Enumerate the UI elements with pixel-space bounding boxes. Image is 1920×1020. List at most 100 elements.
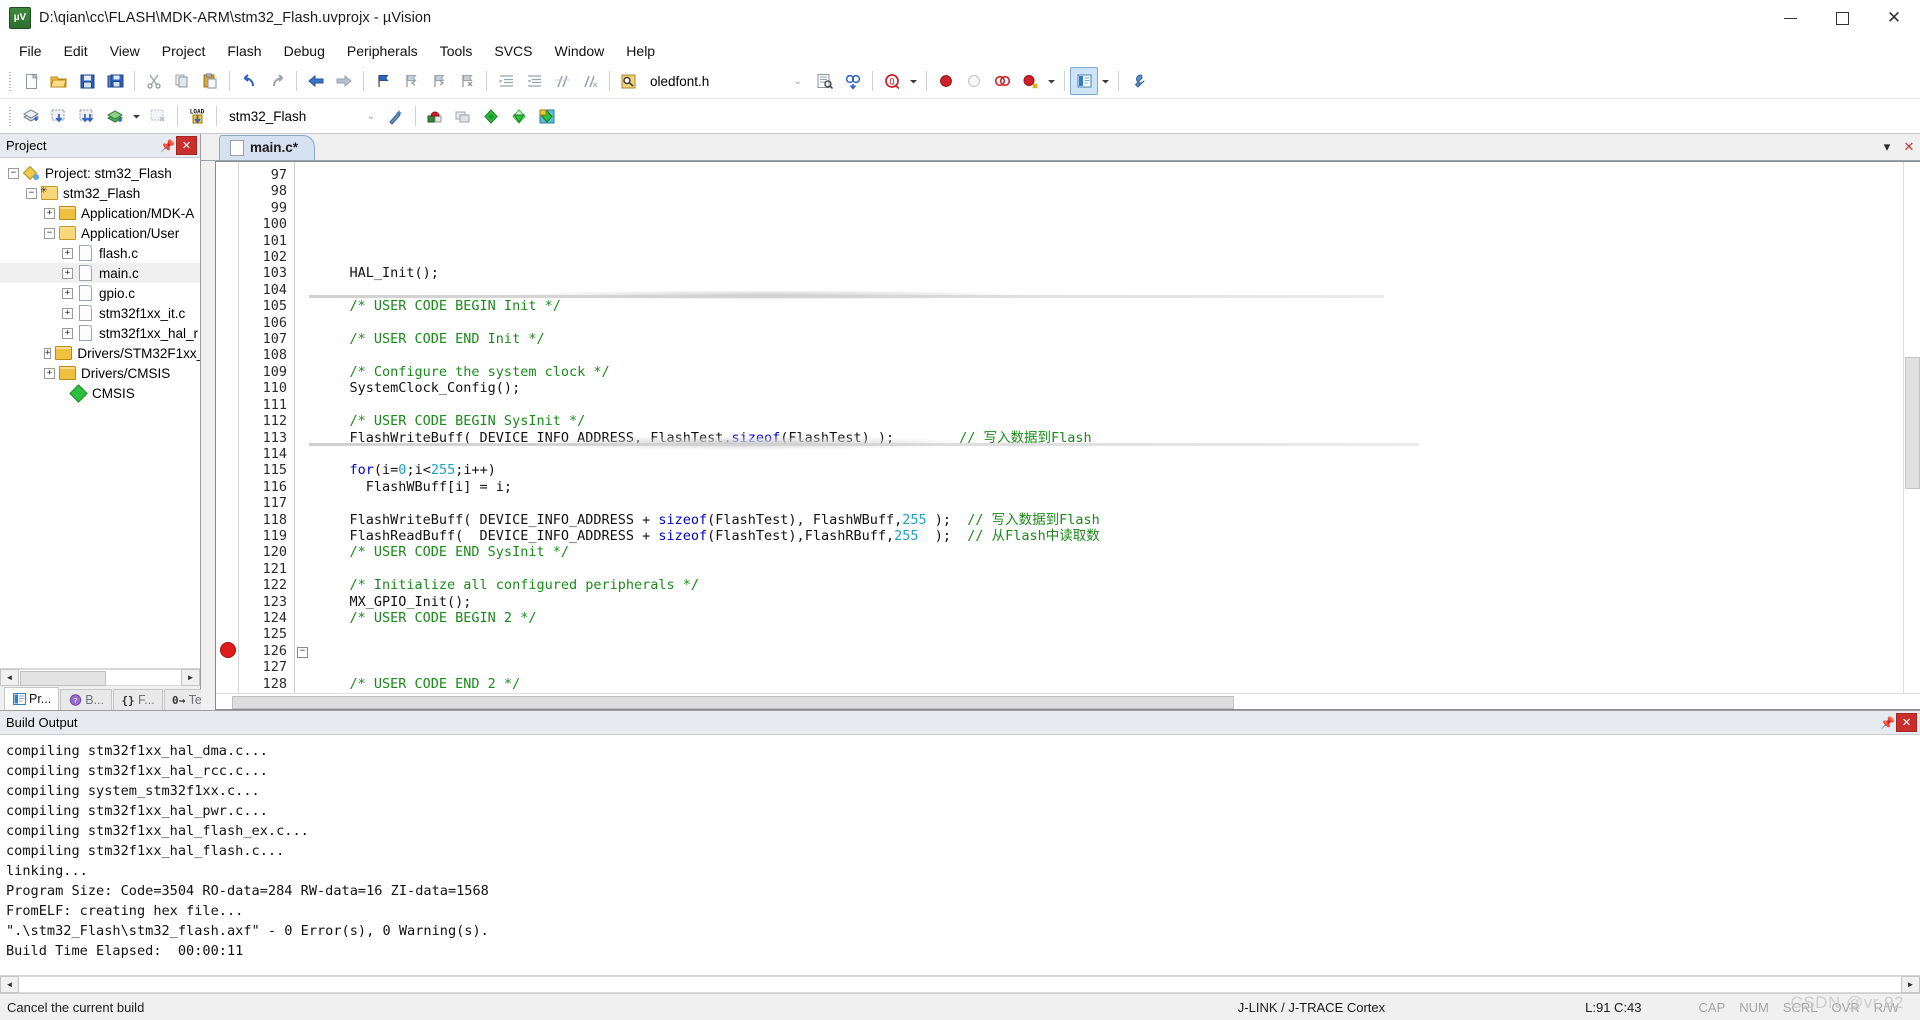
code-line[interactable] — [317, 643, 1903, 659]
expander-icon[interactable]: + — [62, 247, 73, 259]
configure-icon[interactable] — [1124, 67, 1152, 95]
tree-node-stm32f1xx-hal-c[interactable]: + stm32f1xx_hal_r — [0, 323, 200, 343]
code-line[interactable]: FlashWriteBuff( DEVICE_INFO_ADDRESS + si… — [317, 512, 1903, 528]
target-options-icon[interactable] — [382, 102, 410, 130]
code-line[interactable]: /* USER CODE BEGIN 2 */ — [317, 610, 1903, 626]
pin-icon[interactable]: 📌 — [1879, 714, 1896, 731]
open-file-icon[interactable] — [45, 67, 73, 95]
code-line[interactable] — [317, 315, 1903, 331]
code-line[interactable]: /* USER CODE END SysInit */ — [317, 544, 1903, 560]
expander-icon[interactable]: − — [26, 187, 37, 199]
code-line[interactable] — [317, 692, 1903, 693]
tree-node-flash-c[interactable]: + flash.c — [0, 243, 200, 263]
search-dropdown-icon[interactable]: Q — [878, 67, 906, 95]
breakpoint-kill-all-icon[interactable] — [988, 67, 1016, 95]
batch-build-icon[interactable] — [101, 102, 129, 130]
vscroll-thumb[interactable] — [1905, 357, 1920, 489]
multi-project-icon[interactable] — [449, 102, 477, 130]
tree-node-main-c[interactable]: + main.c — [0, 263, 200, 283]
bookmark-clear-icon[interactable] — [453, 67, 481, 95]
cut-icon[interactable] — [140, 67, 168, 95]
find-in-files-icon[interactable] — [615, 67, 643, 95]
code-line[interactable]: MX_GPIO_Init(); — [317, 594, 1903, 610]
menu-tools[interactable]: Tools — [429, 39, 484, 63]
code-line[interactable]: /* USER CODE BEGIN Init */ — [317, 298, 1903, 314]
scroll-right-icon[interactable]: ► — [1901, 976, 1920, 993]
editor-close-button[interactable]: ✕ — [1898, 136, 1920, 158]
fold-toggle-icon[interactable]: − — [297, 647, 308, 658]
tree-node-target[interactable]: − stm32_Flash — [0, 183, 200, 203]
target-combo[interactable]: stm32_Flash ⌄ — [222, 104, 382, 128]
editor-hscroll-thumb[interactable] — [232, 696, 1234, 709]
scroll-left-icon[interactable]: ◄ — [0, 976, 19, 993]
tree-node-group-mdk[interactable]: + Application/MDK-A — [0, 203, 200, 223]
cmsis-pack3-icon[interactable] — [533, 102, 561, 130]
expander-icon[interactable]: + — [62, 267, 73, 279]
stop-build-icon[interactable] — [144, 102, 172, 130]
bo-hscroll-track[interactable] — [19, 976, 1901, 993]
tree-node-cmsis[interactable]: CMSIS — [0, 383, 200, 403]
pin-icon[interactable]: 📌 — [159, 137, 176, 154]
cmsis-pack1-icon[interactable] — [477, 102, 505, 130]
expander-icon[interactable]: + — [44, 207, 55, 219]
tree-node-project[interactable]: − Project: stm32_Flash — [0, 163, 200, 183]
menu-edit[interactable]: Edit — [53, 39, 99, 63]
outdent-icon[interactable] — [520, 67, 548, 95]
batch-build-caret-icon[interactable] — [129, 102, 144, 130]
new-file-icon[interactable] — [17, 67, 45, 95]
menu-debug[interactable]: Debug — [273, 39, 336, 63]
close-icon[interactable]: ✕ — [1896, 713, 1917, 732]
code-line[interactable] — [317, 446, 1903, 462]
editor-window-menu-button[interactable]: ▾ — [1876, 136, 1898, 158]
tab-books[interactable]: ? B... — [60, 689, 112, 710]
tree-node-group-user[interactable]: − Application/User — [0, 223, 200, 243]
hscroll-track[interactable] — [19, 669, 181, 686]
find-icon[interactable] — [839, 67, 867, 95]
tree-node-drivers-stm32f1xx[interactable]: + Drivers/STM32F1xx_ — [0, 343, 200, 363]
tab-project[interactable]: Pr... — [4, 687, 60, 710]
menu-help[interactable]: Help — [615, 39, 666, 63]
expander-icon[interactable]: − — [44, 227, 55, 239]
code-line[interactable] — [317, 626, 1903, 642]
document-tab-main-c[interactable]: main.c* — [219, 134, 316, 160]
breakpoint-disable-icon[interactable] — [960, 67, 988, 95]
tab-functions[interactable]: {} F... — [113, 689, 163, 710]
code-line[interactable] — [317, 561, 1903, 577]
menu-peripherals[interactable]: Peripherals — [336, 39, 429, 63]
expander-icon[interactable]: + — [44, 347, 52, 359]
code-line[interactable]: /* USER CODE END 2 */ — [317, 676, 1903, 692]
download-load-icon[interactable]: LOAD — [183, 102, 211, 130]
manage-runtime-env-icon[interactable] — [421, 102, 449, 130]
code-line[interactable]: /* USER CODE END Init */ — [317, 331, 1903, 347]
tree-node-drivers-cmsis[interactable]: + Drivers/CMSIS — [0, 363, 200, 383]
maximize-button[interactable] — [1816, 0, 1868, 36]
code-line[interactable] — [317, 495, 1903, 511]
search-dropdown-caret-icon[interactable] — [906, 67, 921, 95]
breakpoint-manage-icon[interactable] — [1016, 67, 1044, 95]
code-line[interactable] — [317, 397, 1903, 413]
project-window-caret-icon[interactable] — [1098, 67, 1113, 95]
redo-icon[interactable] — [263, 67, 291, 95]
minimize-button[interactable] — [1764, 0, 1816, 36]
code-line[interactable]: /* Initialize all configured peripherals… — [317, 577, 1903, 593]
build-output-text[interactable]: compiling stm32f1xx_hal_dma.c... compilin… — [0, 735, 1920, 975]
uncomment-icon[interactable] — [576, 67, 604, 95]
browse-symbols-icon[interactable] — [811, 67, 839, 95]
rebuild-icon[interactable] — [73, 102, 101, 130]
editor-vscrollbar[interactable] — [1903, 162, 1920, 693]
menu-view[interactable]: View — [99, 39, 151, 63]
code-line[interactable] — [317, 347, 1903, 363]
menu-svcs[interactable]: SVCS — [483, 39, 543, 63]
project-window-icon[interactable] — [1070, 67, 1098, 95]
comment-icon[interactable] — [548, 67, 576, 95]
menu-flash[interactable]: Flash — [216, 39, 272, 63]
breakpoint-marker-icon[interactable] — [220, 642, 236, 658]
project-tree[interactable]: − Project: stm32_Flash − stm32_Flash + A… — [0, 158, 200, 668]
tree-node-stm32f1xx-it-c[interactable]: + stm32f1xx_it.c — [0, 303, 200, 323]
navigate-back-icon[interactable] — [302, 67, 330, 95]
code-line[interactable] — [317, 659, 1903, 675]
close-icon[interactable]: ✕ — [176, 136, 197, 155]
copy-icon[interactable] — [168, 67, 196, 95]
code-line[interactable]: FlashWBuff[i] = i; — [317, 479, 1903, 495]
navigate-forward-icon[interactable] — [330, 67, 358, 95]
